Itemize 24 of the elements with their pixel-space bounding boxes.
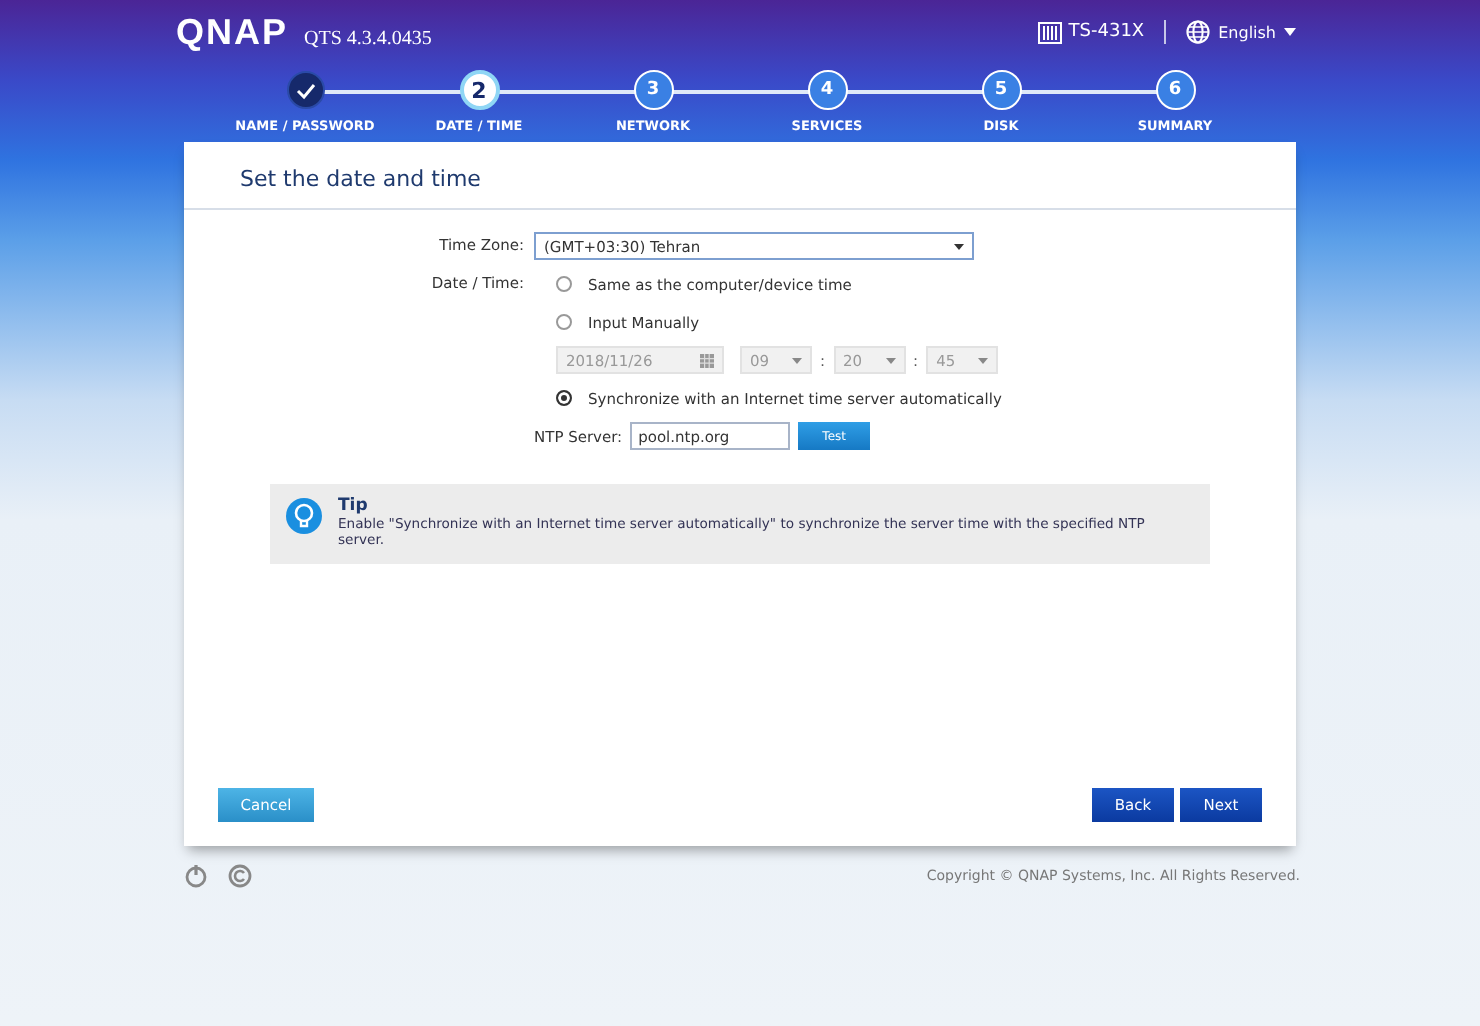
device-name: TS-431X [1068, 22, 1145, 42]
language-menu[interactable]: English [1186, 20, 1296, 44]
dropdown-arrow-icon [978, 357, 989, 363]
step-number: 2 [459, 70, 499, 110]
radio-button[interactable] [556, 276, 572, 292]
panel-title: Set the date and time [184, 142, 1296, 210]
lightbulb-icon [286, 498, 322, 534]
globe-icon [1186, 20, 1211, 44]
step-number: 4 [807, 70, 847, 110]
tip-title: Tip [338, 496, 370, 516]
calendar-icon [700, 353, 714, 367]
dropdown-arrow-icon [792, 357, 802, 363]
power-icon [184, 864, 208, 888]
dropdown-arrow-icon [885, 357, 896, 363]
radio-button[interactable] [556, 314, 572, 330]
step-number: 5 [981, 70, 1021, 110]
caret-icon [1284, 28, 1296, 36]
radio-button[interactable] [556, 390, 572, 406]
logo: QNAP [176, 11, 289, 53]
step-number: 3 [633, 70, 673, 110]
version-label: QTS 4.3.4.0435 [304, 27, 432, 49]
nas-device-icon [1038, 21, 1063, 43]
step-number: 6 [1155, 70, 1195, 110]
dropdown-arrow-icon [954, 243, 964, 249]
